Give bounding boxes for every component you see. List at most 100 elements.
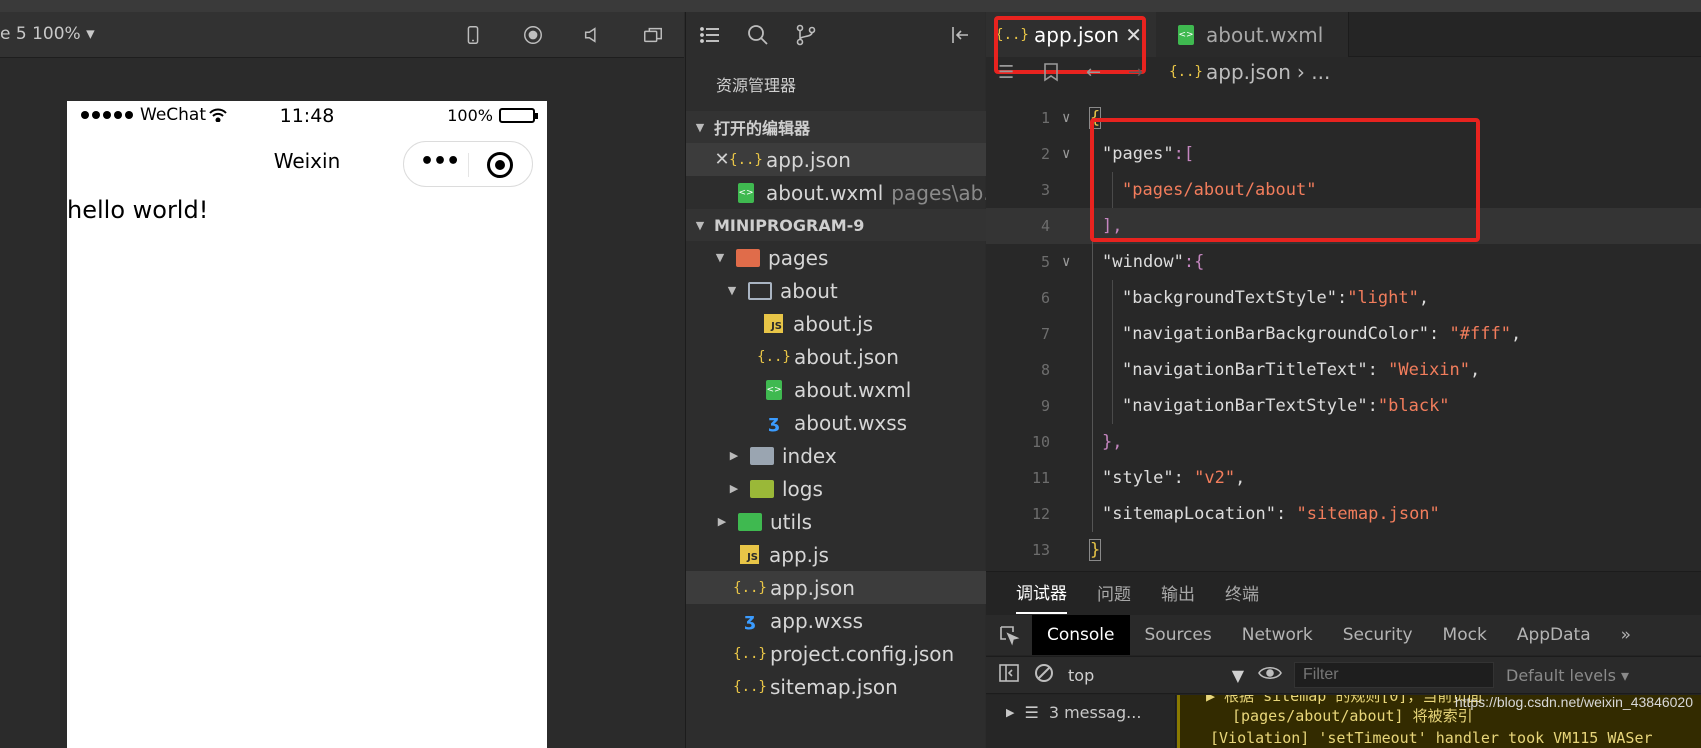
token-key: "backgroundTextStyle" [1122,288,1337,308]
debug-tab-0[interactable]: 调试器 [1016,571,1067,614]
file-label: app.js [769,542,829,567]
tree-file-app-wxss[interactable]: ʒ app.wxss [686,604,986,637]
tree-folder-about[interactable]: ▼ about [686,274,986,307]
messages-group[interactable]: ▶ ☰ 3 messag... [1006,703,1141,722]
list-icon: ☰ [1024,703,1039,722]
code-editor[interactable]: 1 ∨ {2 ∨ "pages":[3 "pages/about/about" 4], 5 ∨ "… [986,100,1701,568]
code-line[interactable]: 4], [986,208,1701,244]
source-control-icon[interactable] [794,23,818,47]
code-line[interactable]: 5 ∨ "window":{ [986,244,1701,280]
code-line[interactable]: 10}, [986,424,1701,460]
speaker-icon[interactable] [580,22,606,48]
code-line[interactable]: 1 ∨ { [986,100,1701,136]
tree-file-project-config[interactable]: {..} project.config.json [686,637,986,670]
menu-capsule[interactable]: ••• [403,141,533,187]
forward-arrow-icon[interactable]: → [1128,62,1150,84]
token-sep: : [1429,324,1450,344]
filter-input[interactable] [1294,662,1494,688]
log-levels-select[interactable]: Default levels ▾ [1506,666,1629,685]
code-line[interactable]: 6 "backgroundTextStyle":"light", [986,280,1701,316]
tab-about-wxml[interactable]: <> about.wxml [1156,12,1349,57]
window-icon[interactable] [640,22,666,48]
debug-tab-3[interactable]: 终端 [1225,572,1259,613]
tree-file-about-json[interactable]: {..} about.json [686,340,986,373]
tree-folder-logs[interactable]: ▶ logs [686,472,986,505]
debug-tabs: 调试器 问题 输出 终端 [986,571,1701,614]
debug-tab-2[interactable]: 输出 [1161,572,1195,613]
indent-guide [1092,172,1093,208]
tree-folder-index[interactable]: ▶ index [686,439,986,472]
tree-file-about-js[interactable]: JS about.js [686,307,986,340]
tree-file-sitemap[interactable]: {..} sitemap.json [686,670,986,703]
outline-icon[interactable]: ☰ [998,62,1020,84]
open-editor-about-wxml[interactable]: <> about.wxml pages\ab... [686,176,986,209]
project-header[interactable]: ▼ MINIPROGRAM-9 [686,209,986,241]
close-miniprogram-icon[interactable] [487,152,513,178]
code-line[interactable]: 11 "style": "v2", [986,460,1701,496]
code-line[interactable]: 13} [986,532,1701,568]
code-line[interactable]: 9 "navigationBarTextStyle":"black" [986,388,1701,424]
record-icon[interactable] [520,22,546,48]
dropdown-arrow-icon: ▼ [1231,665,1244,685]
wxml-file-icon: <> [738,182,754,203]
devtools-tab-0[interactable]: Console [1032,615,1130,655]
open-editor-app-json[interactable]: ✕ {..} app.json [686,143,986,176]
context-select[interactable]: top ▼ [1068,666,1258,685]
code-line[interactable]: 3 "pages/about/about" [986,172,1701,208]
tree-file-about-wxss[interactable]: ʒ about.wxss [686,406,986,439]
debug-tab-1[interactable]: 问题 [1097,572,1131,613]
token-end: , [1470,360,1481,380]
collapse-panel-icon[interactable] [948,23,972,47]
fold-chevron-icon[interactable]: ∨ [1062,146,1070,162]
sidebar-toggle-icon[interactable] [998,663,1020,687]
code-line[interactable]: 7 "navigationBarBackgroundColor": "#fff", [986,316,1701,352]
clear-console-icon[interactable] [1034,663,1054,687]
tree-file-app-js[interactable]: JS app.js [686,538,986,571]
indent-guide [1092,244,1093,280]
bookmark-icon[interactable] [1042,62,1064,84]
back-arrow-icon[interactable]: ← [1086,62,1108,84]
token-punct: ], [1102,216,1123,236]
close-icon[interactable]: ✕ [1125,23,1142,47]
tree-folder-pages[interactable]: ▼ pages [686,241,986,274]
simulator-pane: e 5 100% ▾ WeChat 11:48 100% Weixin ••• … [0,12,684,748]
devtools-tab-1[interactable]: Sources [1130,615,1227,655]
fold-chevron-icon[interactable]: ∨ [1062,254,1070,270]
token-key: "style" [1102,468,1174,488]
tab-app-json[interactable]: {..} app.json ✕ [986,12,1156,57]
section-label: 打开的编辑器 [714,119,811,138]
devtools-tab-6[interactable]: » [1606,615,1646,655]
tree-file-about-wxml[interactable]: <> about.wxml [686,373,986,406]
list-icon[interactable] [698,23,722,47]
more-icon[interactable]: ••• [420,151,460,173]
code-line[interactable]: 12 "sitemapLocation": "sitemap.json" [986,496,1701,532]
breadcrumb-path[interactable]: {..} app.json › ... [1169,60,1330,84]
eye-icon[interactable] [1258,664,1282,686]
token-str: "sitemap.json" [1296,504,1440,524]
fold-chevron-icon[interactable]: ∨ [1062,110,1070,126]
tree-folder-utils[interactable]: ▶ utils [686,505,986,538]
phone-icon[interactable] [460,22,486,48]
file-label: about.wxml [766,180,884,205]
phone-screen: WeChat 11:48 100% Weixin ••• hello world… [67,101,547,748]
wxml-file-icon: <> [766,379,782,400]
devtools-tab-4[interactable]: Mock [1428,615,1502,655]
caret-down-icon: ▼ [715,251,725,264]
open-editors-header[interactable]: ▼ 打开的编辑器 [686,111,986,143]
caret-right-icon: ▶ [717,515,727,528]
search-icon[interactable] [746,23,770,47]
code-line[interactable]: 2 ∨ "pages":[ [986,136,1701,172]
code-line[interactable]: 8 "navigationBarTitleText": "Weixin", [986,352,1701,388]
js-file-icon: JS [764,314,783,333]
caret-down-icon: ▼ [695,218,705,232]
devtools-tab-3[interactable]: Security [1328,615,1428,655]
tree-file-app-json[interactable]: {..} app.json [686,571,986,604]
device-zoom-select[interactable]: e 5 100% ▾ [0,24,95,44]
devtools-tab-2[interactable]: Network [1227,615,1328,655]
watermark-text: https://blog.csdn.net/weixin_43846020 [1454,694,1693,710]
json-file-icon: {..} [729,151,763,168]
json-file-icon: {..} [733,645,767,662]
devtools-tab-5[interactable]: AppData [1502,615,1606,655]
inspect-element-icon[interactable] [986,615,1032,655]
token-sep: : [1367,360,1389,380]
